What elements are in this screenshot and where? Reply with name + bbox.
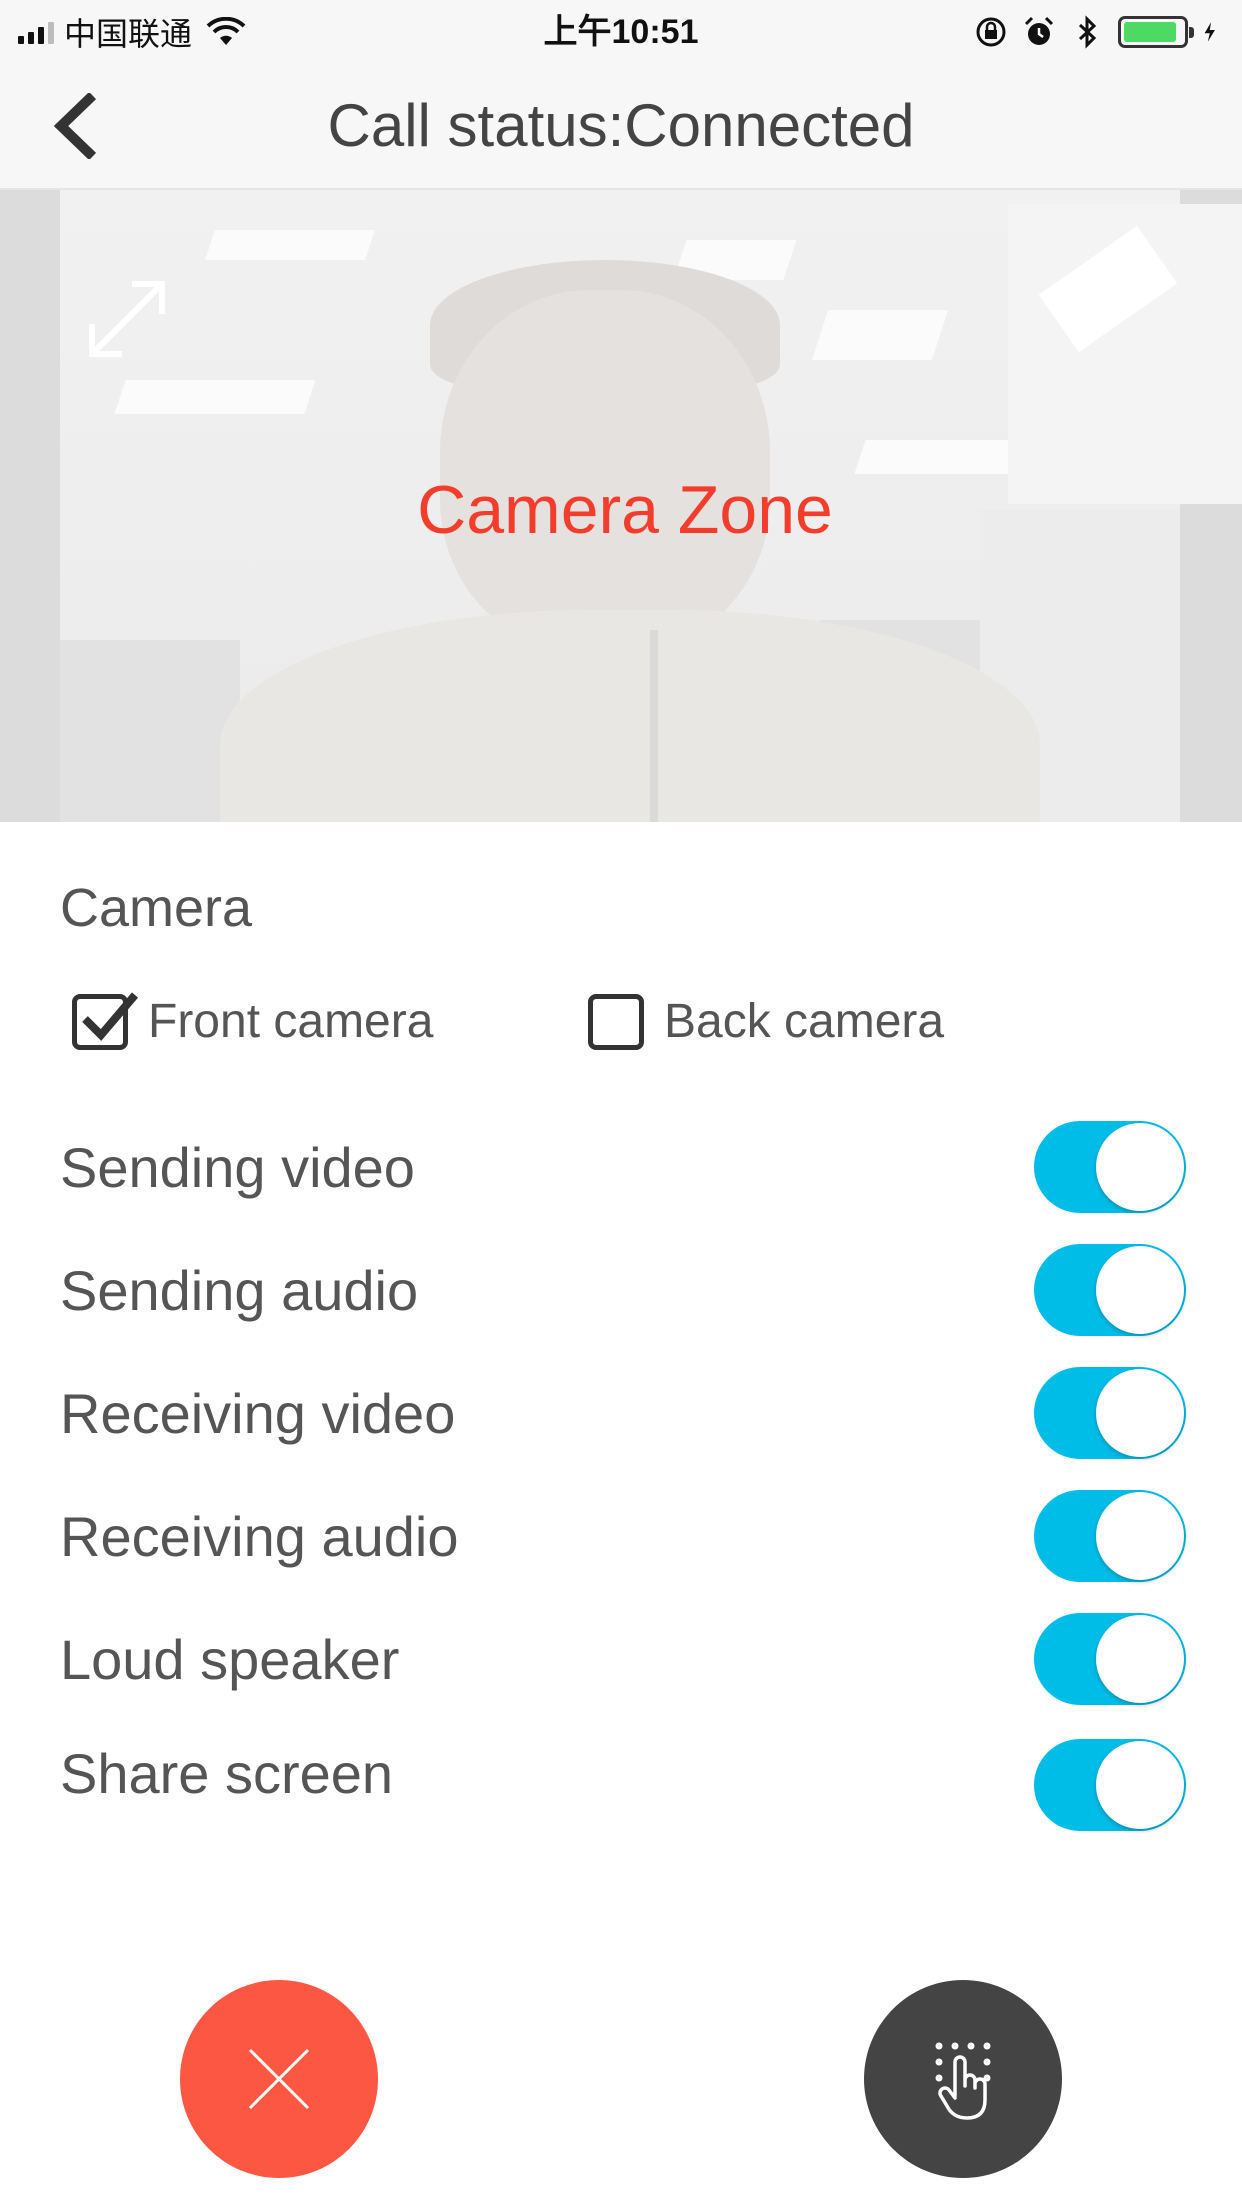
touch-dialpad-icon xyxy=(935,2042,991,2120)
alarm-icon xyxy=(1024,16,1054,45)
front-camera-checkbox[interactable]: Front camera xyxy=(72,990,433,1054)
local-video-preview[interactable] xyxy=(1008,204,1242,504)
status-right xyxy=(974,12,1224,52)
camera-zone[interactable]: Camera Zone xyxy=(0,190,1242,822)
camera-zone-label: Camera Zone xyxy=(417,472,833,548)
charging-icon xyxy=(1204,22,1215,42)
page-title: Call status:Connected xyxy=(327,92,915,159)
hangup-button[interactable] xyxy=(180,1980,378,2178)
receiving-video-toggle[interactable] xyxy=(1034,1367,1186,1459)
receiving-video-label: Receiving video xyxy=(60,1382,456,1445)
loud-speaker-toggle[interactable] xyxy=(1034,1613,1186,1705)
camera-section-title: Camera xyxy=(60,878,253,938)
sending-video-toggle[interactable] xyxy=(1034,1121,1186,1213)
sending-audio-toggle[interactable] xyxy=(1034,1244,1186,1336)
share-screen-toggle[interactable] xyxy=(1034,1739,1186,1831)
share-screen-label: Share screen xyxy=(60,1742,394,1805)
orientation-lock-icon xyxy=(976,17,1006,47)
front-camera-label: Front camera xyxy=(148,995,434,1048)
checkbox-checked-icon xyxy=(72,992,139,1050)
bluetooth-icon xyxy=(1078,15,1097,49)
loud-speaker-label: Loud speaker xyxy=(60,1628,400,1691)
receiving-audio-label: Receiving audio xyxy=(60,1505,459,1568)
sending-video-label: Sending video xyxy=(60,1136,415,1199)
dialpad-button[interactable] xyxy=(864,1980,1062,2178)
receiving-audio-toggle[interactable] xyxy=(1034,1490,1186,1582)
back-camera-checkbox[interactable]: Back camera xyxy=(588,990,944,1054)
navigation-bar: Call status:Connected xyxy=(0,62,1242,190)
close-icon xyxy=(248,2048,310,2110)
expand-icon[interactable] xyxy=(82,274,172,364)
back-camera-label: Back camera xyxy=(664,995,945,1048)
checkbox-unchecked-icon xyxy=(588,994,644,1050)
status-bar: 中国联通 上午10:51 xyxy=(0,0,1242,62)
sending-audio-label: Sending audio xyxy=(60,1259,419,1322)
battery-icon xyxy=(1118,16,1194,48)
